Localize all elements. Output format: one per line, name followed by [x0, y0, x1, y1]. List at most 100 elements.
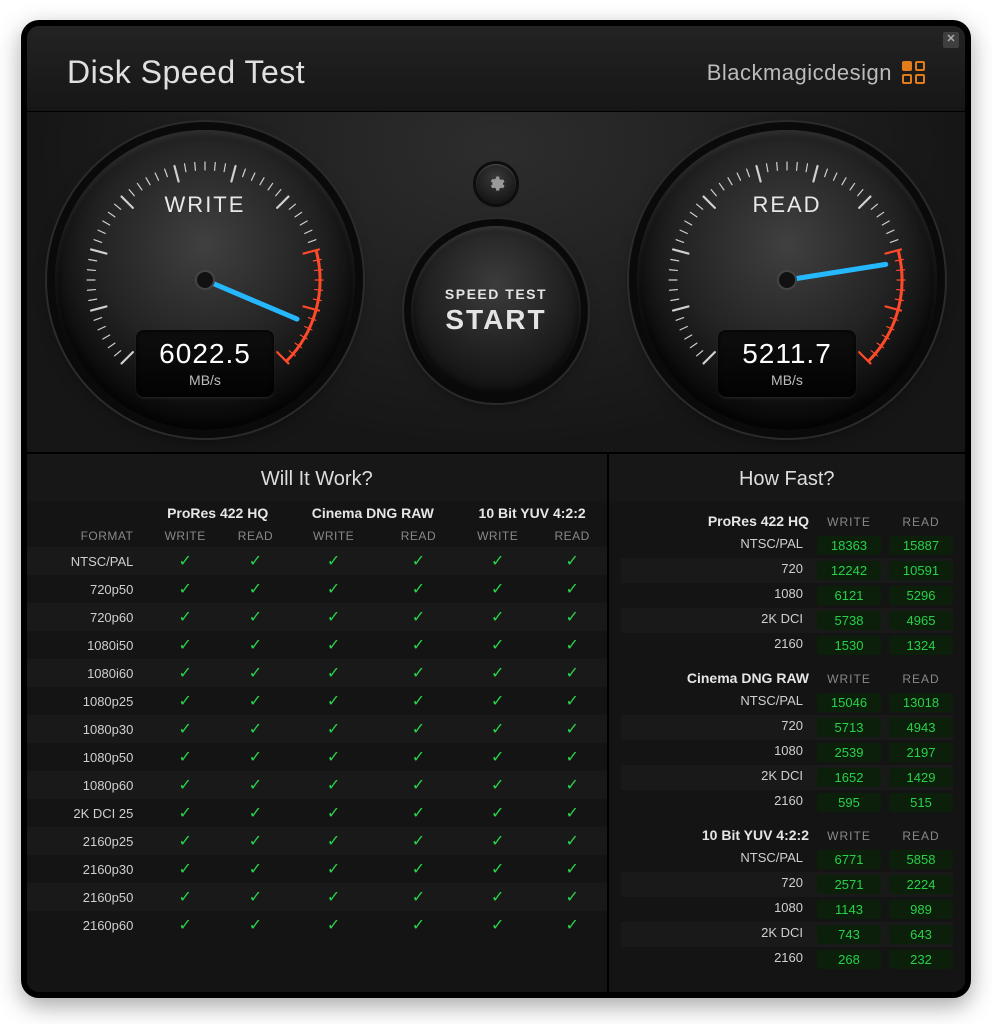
- check-icon: ✓: [223, 715, 288, 743]
- check-icon: ✓: [379, 659, 457, 687]
- resolution-label: 2K DCI: [621, 768, 809, 787]
- format-cell: 1080p25: [27, 687, 147, 715]
- write-unit: MB/s: [136, 372, 274, 388]
- check-icon: ✓: [458, 603, 538, 631]
- check-icon: ✓: [223, 603, 288, 631]
- how-fast-group-header: 10 Bit YUV 4:2:2WRITEREAD: [621, 821, 953, 847]
- format-cell: 2160p50: [27, 883, 147, 911]
- table-row: NTSC/PAL✓✓✓✓✓✓: [27, 547, 607, 575]
- how-fast-row: 216015301324: [621, 633, 953, 658]
- check-icon: ✓: [379, 547, 457, 575]
- check-icon: ✓: [458, 827, 538, 855]
- w1: WRITE: [288, 525, 379, 547]
- check-icon: ✓: [538, 687, 607, 715]
- write-fps: 5738: [817, 611, 881, 630]
- read-fps: 13018: [889, 693, 953, 712]
- format-cell: NTSC/PAL: [27, 547, 147, 575]
- read-gauge-label: READ: [637, 192, 937, 218]
- check-icon: ✓: [223, 575, 288, 603]
- format-cell: 1080i60: [27, 659, 147, 687]
- read-value: 5211.7: [718, 338, 856, 370]
- how-fast-row: 108061215296: [621, 583, 953, 608]
- how-fast-group: ProRes 422 HQWRITEREADNTSC/PAL1836315887…: [621, 507, 953, 658]
- table-row: 1080p30✓✓✓✓✓✓: [27, 715, 607, 743]
- check-icon: ✓: [288, 911, 379, 939]
- write-header: WRITE: [817, 829, 881, 843]
- how-fast-row: 2160595515: [621, 790, 953, 815]
- check-icon: ✓: [223, 911, 288, 939]
- write-gauge: WRITE 6022.5 MB/s: [55, 130, 355, 430]
- write-fps: 12242: [817, 561, 881, 580]
- how-fast-panel: How Fast? ProRes 422 HQWRITEREADNTSC/PAL…: [609, 454, 965, 992]
- resolution-label: NTSC/PAL: [621, 536, 809, 555]
- close-button[interactable]: ✕: [943, 32, 959, 48]
- check-icon: ✓: [379, 575, 457, 603]
- how-fast-title: How Fast?: [609, 454, 965, 501]
- check-icon: ✓: [288, 575, 379, 603]
- check-icon: ✓: [458, 771, 538, 799]
- write-fps: 268: [817, 950, 881, 969]
- check-icon: ✓: [379, 715, 457, 743]
- start-button[interactable]: SPEED TEST START: [411, 226, 581, 396]
- check-icon: ✓: [288, 547, 379, 575]
- check-icon: ✓: [458, 743, 538, 771]
- check-icon: ✓: [538, 547, 607, 575]
- resolution-label: 1080: [621, 586, 809, 605]
- write-fps: 595: [817, 793, 881, 812]
- write-fps: 2539: [817, 743, 881, 762]
- read-header: READ: [889, 829, 953, 843]
- r2: READ: [538, 525, 607, 547]
- table-row: 2160p30✓✓✓✓✓✓: [27, 855, 607, 883]
- check-icon: ✓: [223, 659, 288, 687]
- check-icon: ✓: [538, 827, 607, 855]
- start-button-line1: SPEED TEST: [445, 286, 547, 302]
- table-row: 2160p60✓✓✓✓✓✓: [27, 911, 607, 939]
- how-fast-row: NTSC/PAL1504613018: [621, 690, 953, 715]
- format-cell: 720p50: [27, 575, 147, 603]
- how-fast-row: 72057134943: [621, 715, 953, 740]
- table-row: 2160p50✓✓✓✓✓✓: [27, 883, 607, 911]
- check-icon: ✓: [458, 911, 538, 939]
- how-fast-group: Cinema DNG RAWWRITEREADNTSC/PAL150461301…: [621, 664, 953, 815]
- resolution-label: 720: [621, 718, 809, 737]
- w2: WRITE: [458, 525, 538, 547]
- write-fps: 18363: [817, 536, 881, 555]
- group-name: ProRes 422 HQ: [621, 513, 809, 529]
- check-icon: ✓: [458, 855, 538, 883]
- read-fps: 4965: [889, 611, 953, 630]
- write-header: WRITE: [817, 672, 881, 686]
- table-row: 1080i50✓✓✓✓✓✓: [27, 631, 607, 659]
- read-fps: 232: [889, 950, 953, 969]
- check-icon: ✓: [223, 771, 288, 799]
- how-fast-row: 2160268232: [621, 947, 953, 972]
- check-icon: ✓: [147, 771, 223, 799]
- header: Disk Speed Test Blackmagicdesign: [27, 26, 965, 111]
- write-gauge-label: WRITE: [55, 192, 355, 218]
- will-it-work-title: Will It Work?: [27, 454, 607, 501]
- check-icon: ✓: [288, 715, 379, 743]
- group-name: Cinema DNG RAW: [621, 670, 809, 686]
- will-it-work-table: ProRes 422 HQ Cinema DNG RAW 10 Bit YUV …: [27, 501, 607, 939]
- read-fps: 2224: [889, 875, 953, 894]
- write-fps: 1530: [817, 636, 881, 655]
- resolution-label: 720: [621, 561, 809, 580]
- check-icon: ✓: [458, 547, 538, 575]
- check-icon: ✓: [538, 603, 607, 631]
- format-cell: 2K DCI 25: [27, 799, 147, 827]
- w0: WRITE: [147, 525, 223, 547]
- check-icon: ✓: [147, 687, 223, 715]
- table-row: 1080p25✓✓✓✓✓✓: [27, 687, 607, 715]
- check-icon: ✓: [147, 799, 223, 827]
- brand-squares-icon: [902, 61, 925, 84]
- read-fps: 5858: [889, 850, 953, 869]
- read-fps: 2197: [889, 743, 953, 762]
- how-fast-group-header: ProRes 422 HQWRITEREAD: [621, 507, 953, 533]
- check-icon: ✓: [458, 715, 538, 743]
- check-icon: ✓: [288, 827, 379, 855]
- settings-button[interactable]: [476, 164, 516, 204]
- format-cell: 2160p30: [27, 855, 147, 883]
- check-icon: ✓: [538, 883, 607, 911]
- resolution-label: 2160: [621, 636, 809, 655]
- check-icon: ✓: [288, 855, 379, 883]
- check-icon: ✓: [223, 631, 288, 659]
